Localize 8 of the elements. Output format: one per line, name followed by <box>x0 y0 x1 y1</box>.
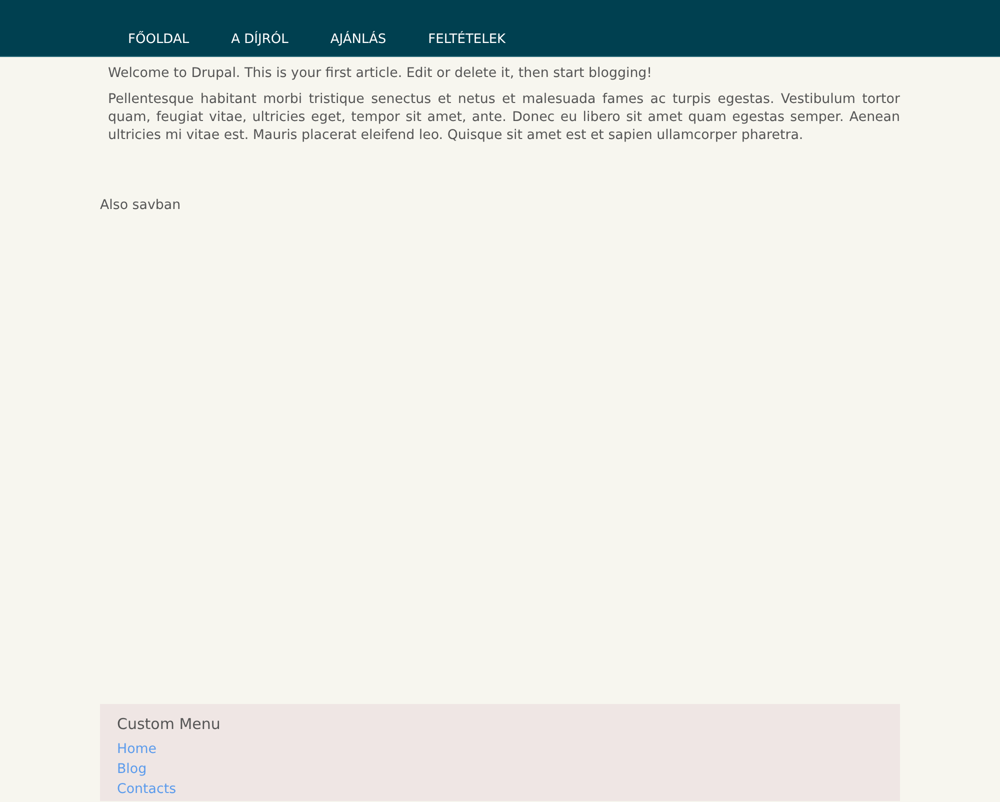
nav-link[interactable]: FELTÉTELEK <box>407 32 527 56</box>
article-body: Pellentesque habitant morbi tristique senectus et netus et malesuada fames ac turpis egestas. Vestibulum tortor quam, feugiat vitae, ultricies eget, tempor sit amet, ante. Donec eu libero sit amet quam egestas semper. Aenean ultricies mi vitae est. Mauris placerat eleifend leo. Quisque sit amet est et sapien ullamcorper pharetra. <box>108 91 900 145</box>
block-title: Custom Menu <box>117 715 220 733</box>
region-label: Also savban <box>100 197 181 215</box>
nav-link[interactable]: AJÁNLÁS <box>309 32 408 56</box>
nav-link[interactable]: A DÍJRÓL <box>210 32 310 56</box>
article-intro: Welcome to Drupal. This is your first article. Edit or delete it, then start blogging! <box>108 65 654 83</box>
nav-link[interactable]: FŐOLDAL <box>107 32 210 56</box>
